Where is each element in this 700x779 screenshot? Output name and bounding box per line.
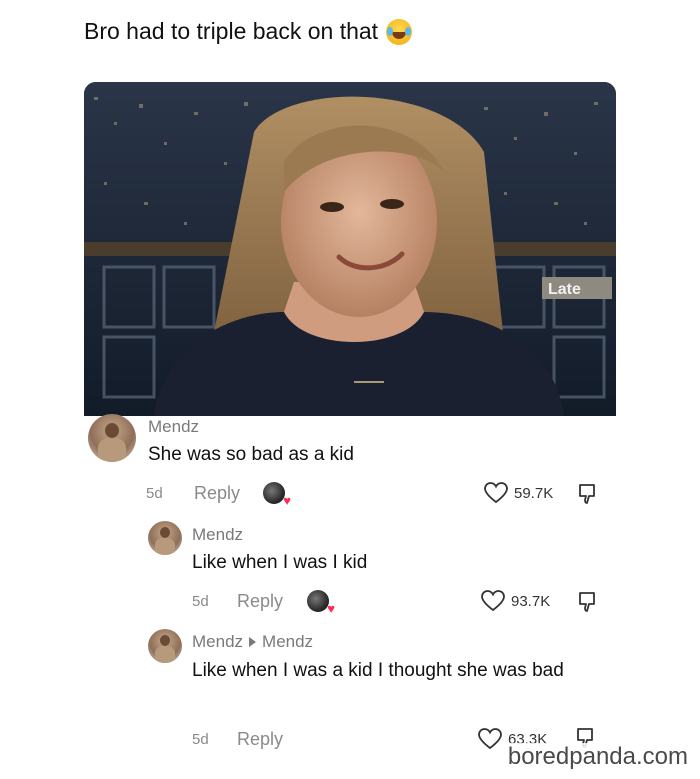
username-link[interactable]: Mendz [192,632,243,652]
post-photo[interactable]: Late [84,82,616,416]
like-count: 59.7K [514,484,554,502]
watermark: boredpanda.com [503,743,692,771]
comment-text: Like when I was a kid I thought she was … [192,660,564,681]
heart-icon [481,590,505,612]
username-link[interactable]: Mendz [192,525,243,545]
like-count: 93.7K [511,592,551,610]
comment-time: 5d [146,485,163,502]
reply-button[interactable]: Reply [194,483,240,504]
heart-icon [484,482,508,504]
reply-button[interactable]: Reply [237,591,283,612]
comment-username[interactable]: Mendz [192,525,243,545]
avatar[interactable] [148,521,182,555]
creator-liked-icon: ♥ [263,482,291,507]
avatar[interactable] [88,414,136,462]
comment-username[interactable]: Mendz Mendz [192,632,313,652]
dislike-icon[interactable] [576,482,600,506]
comment-time: 5d [192,731,209,748]
like-button[interactable]: 59.7K [484,482,553,504]
post-title-text: Bro had to triple back on that [84,18,379,44]
photo-illustration: Late [84,82,616,416]
dislike-icon[interactable] [576,590,600,614]
laughing-tears-emoji-icon [386,18,413,45]
avatar[interactable] [148,629,182,663]
comment-time: 5d [192,593,209,610]
like-button[interactable]: 93.7K [481,590,550,612]
comment-text: Like when I was I kid [192,552,368,573]
reply-to-arrow-icon [249,637,257,647]
post-title: Bro had to triple back on that [84,18,413,45]
comment-username[interactable]: Mendz [148,417,199,437]
photo-overlay-text: Late [548,281,581,298]
creator-liked-icon: ♥ [307,590,335,615]
comment-text: She was so bad as a kid [148,444,354,465]
reply-button[interactable]: Reply [237,729,283,750]
reply-to-username-link[interactable]: Mendz [262,632,313,652]
heart-icon [478,728,502,750]
username-link[interactable]: Mendz [148,417,199,437]
